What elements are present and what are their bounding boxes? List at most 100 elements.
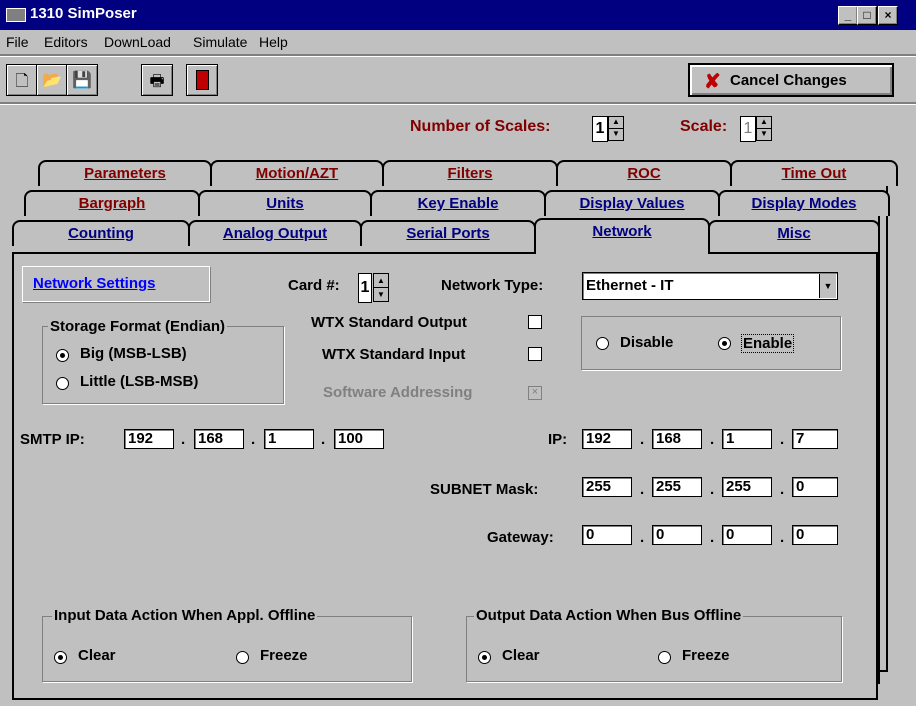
new-file-icon: 🗋 — [15, 73, 29, 90]
menu-editors[interactable]: Editors — [44, 34, 88, 50]
minimize-button[interactable]: _ — [838, 6, 858, 25]
tab-key-enable[interactable]: Key Enable — [370, 190, 546, 216]
save-icon: 💾 — [72, 72, 92, 89]
tab-serial-ports[interactable]: Serial Ports — [360, 220, 536, 246]
menu-file[interactable]: File — [6, 34, 29, 50]
tab-display-modes[interactable]: Display Modes — [718, 190, 890, 216]
output-clear-radio[interactable] — [478, 651, 491, 664]
panel-top-border-left — [14, 252, 536, 254]
gateway-label: Gateway: — [487, 529, 554, 546]
smtp-ip-label: SMTP IP: — [20, 431, 85, 448]
tab-filters[interactable]: Filters — [382, 160, 558, 186]
network-settings-label: Network Settings — [33, 275, 156, 292]
gateway-dot-2: . — [710, 529, 715, 546]
software-addressing-checkbox: × — [528, 386, 542, 400]
input-clear-radio[interactable] — [54, 651, 67, 664]
tab-bargraph[interactable]: Bargraph — [24, 190, 200, 216]
output-data-action-title: Output Data Action When Bus Offline — [474, 607, 744, 624]
scale-down[interactable]: ▼ — [756, 128, 772, 141]
exit-button[interactable] — [186, 64, 218, 96]
window-title: 1310 SimPoser — [30, 5, 137, 22]
print-button[interactable]: 🖶 — [141, 64, 173, 96]
close-button[interactable]: × — [878, 6, 898, 25]
network-settings-button[interactable]: Network Settings — [22, 266, 210, 302]
ip-octet-4[interactable]: 7 — [792, 429, 838, 449]
subnet-dot-3: . — [780, 481, 785, 498]
storage-format-group — [42, 326, 284, 404]
new-file-button[interactable]: 🗋 — [6, 64, 38, 96]
number-of-scales-down[interactable]: ▼ — [608, 128, 624, 141]
menu-download[interactable]: DownLoad — [104, 34, 171, 50]
tab-roc[interactable]: ROC — [556, 160, 732, 186]
input-freeze-radio[interactable] — [236, 651, 249, 664]
ip-dot-2: . — [710, 431, 715, 448]
tab-parameters[interactable]: Parameters — [38, 160, 212, 186]
network-type-select[interactable]: Ethernet - IT ▼ — [582, 272, 838, 300]
cancel-x-icon: ✘ — [704, 71, 721, 93]
smtp-ip-octet-3[interactable]: 1 — [264, 429, 314, 449]
wtx-input-label: WTX Standard Input — [322, 346, 466, 363]
gateway-octet-3[interactable]: 0 — [722, 525, 772, 545]
tab-misc[interactable]: Misc — [708, 220, 880, 246]
ip-octet-1[interactable]: 192 — [582, 429, 632, 449]
enable-radio[interactable] — [718, 337, 731, 350]
app-icon — [6, 8, 26, 22]
card-number-value[interactable]: 1 — [358, 273, 372, 303]
subnet-octet-4[interactable]: 0 — [792, 477, 838, 497]
wtx-input-checkbox[interactable] — [528, 347, 542, 361]
input-clear-label: Clear — [78, 647, 116, 664]
tab-display-values[interactable]: Display Values — [544, 190, 720, 216]
output-clear-label: Clear — [502, 647, 540, 664]
smtp-dot-1: . — [181, 431, 186, 448]
card-number-down[interactable]: ▼ — [373, 287, 389, 302]
dropdown-arrow-icon[interactable]: ▼ — [819, 274, 836, 298]
wtx-output-label: WTX Standard Output — [311, 314, 467, 331]
disable-radio[interactable] — [596, 337, 609, 350]
number-of-scales-value[interactable]: 1 — [592, 116, 608, 142]
input-freeze-label: Freeze — [260, 647, 308, 664]
scale-value[interactable]: 1 — [740, 116, 756, 142]
tab-time-out[interactable]: Time Out — [730, 160, 898, 186]
network-type-value: Ethernet - IT — [586, 277, 674, 294]
ip-octet-2[interactable]: 168 — [652, 429, 702, 449]
output-freeze-radio[interactable] — [658, 651, 671, 664]
scale-label: Scale: — [680, 118, 728, 135]
gateway-octet-1[interactable]: 0 — [582, 525, 632, 545]
tab-motion-azt[interactable]: Motion/AZT — [210, 160, 384, 186]
smtp-ip-octet-4[interactable]: 100 — [334, 429, 384, 449]
storage-big-radio[interactable] — [56, 349, 69, 362]
menu-separator — [0, 54, 916, 57]
card-number-up[interactable]: ▲ — [373, 273, 389, 288]
subnet-octet-1[interactable]: 255 — [582, 477, 632, 497]
panel-top-border-right — [710, 252, 880, 254]
save-button[interactable]: 💾 — [66, 64, 98, 96]
gateway-octet-4[interactable]: 0 — [792, 525, 838, 545]
gateway-octet-2[interactable]: 0 — [652, 525, 702, 545]
ip-label: IP: — [548, 431, 568, 448]
menu-help[interactable]: Help — [259, 34, 288, 50]
cancel-changes-button[interactable]: ✘ Cancel Changes — [688, 63, 894, 97]
ip-octet-3[interactable]: 1 — [722, 429, 772, 449]
smtp-ip-octet-1[interactable]: 192 — [124, 429, 174, 449]
wtx-output-checkbox[interactable] — [528, 315, 542, 329]
open-folder-button[interactable]: 📂 — [36, 64, 68, 96]
tab-counting[interactable]: Counting — [12, 220, 190, 246]
subnet-octet-2[interactable]: 255 — [652, 477, 702, 497]
storage-little-radio[interactable] — [56, 377, 69, 390]
gateway-dot-1: . — [640, 529, 645, 546]
gateway-dot-3: . — [780, 529, 785, 546]
menu-simulate[interactable]: Simulate — [193, 34, 247, 50]
subnet-octet-3[interactable]: 255 — [722, 477, 772, 497]
subnet-mask-label: SUBNET Mask: — [430, 481, 539, 498]
tab-analog-output[interactable]: Analog Output — [188, 220, 362, 246]
maximize-button[interactable]: □ — [857, 6, 877, 25]
smtp-dot-2: . — [251, 431, 256, 448]
menu-bar: File Editors DownLoad Simulate Help — [0, 30, 916, 54]
tab-units[interactable]: Units — [198, 190, 372, 216]
smtp-ip-octet-2[interactable]: 168 — [194, 429, 244, 449]
storage-little-label: Little (LSB-MSB) — [80, 373, 199, 390]
output-freeze-label: Freeze — [682, 647, 730, 664]
title-bar: 1310 SimPoser _ □ × — [0, 0, 916, 30]
tab-network[interactable]: Network — [534, 218, 710, 254]
network-type-label: Network Type: — [441, 277, 544, 294]
